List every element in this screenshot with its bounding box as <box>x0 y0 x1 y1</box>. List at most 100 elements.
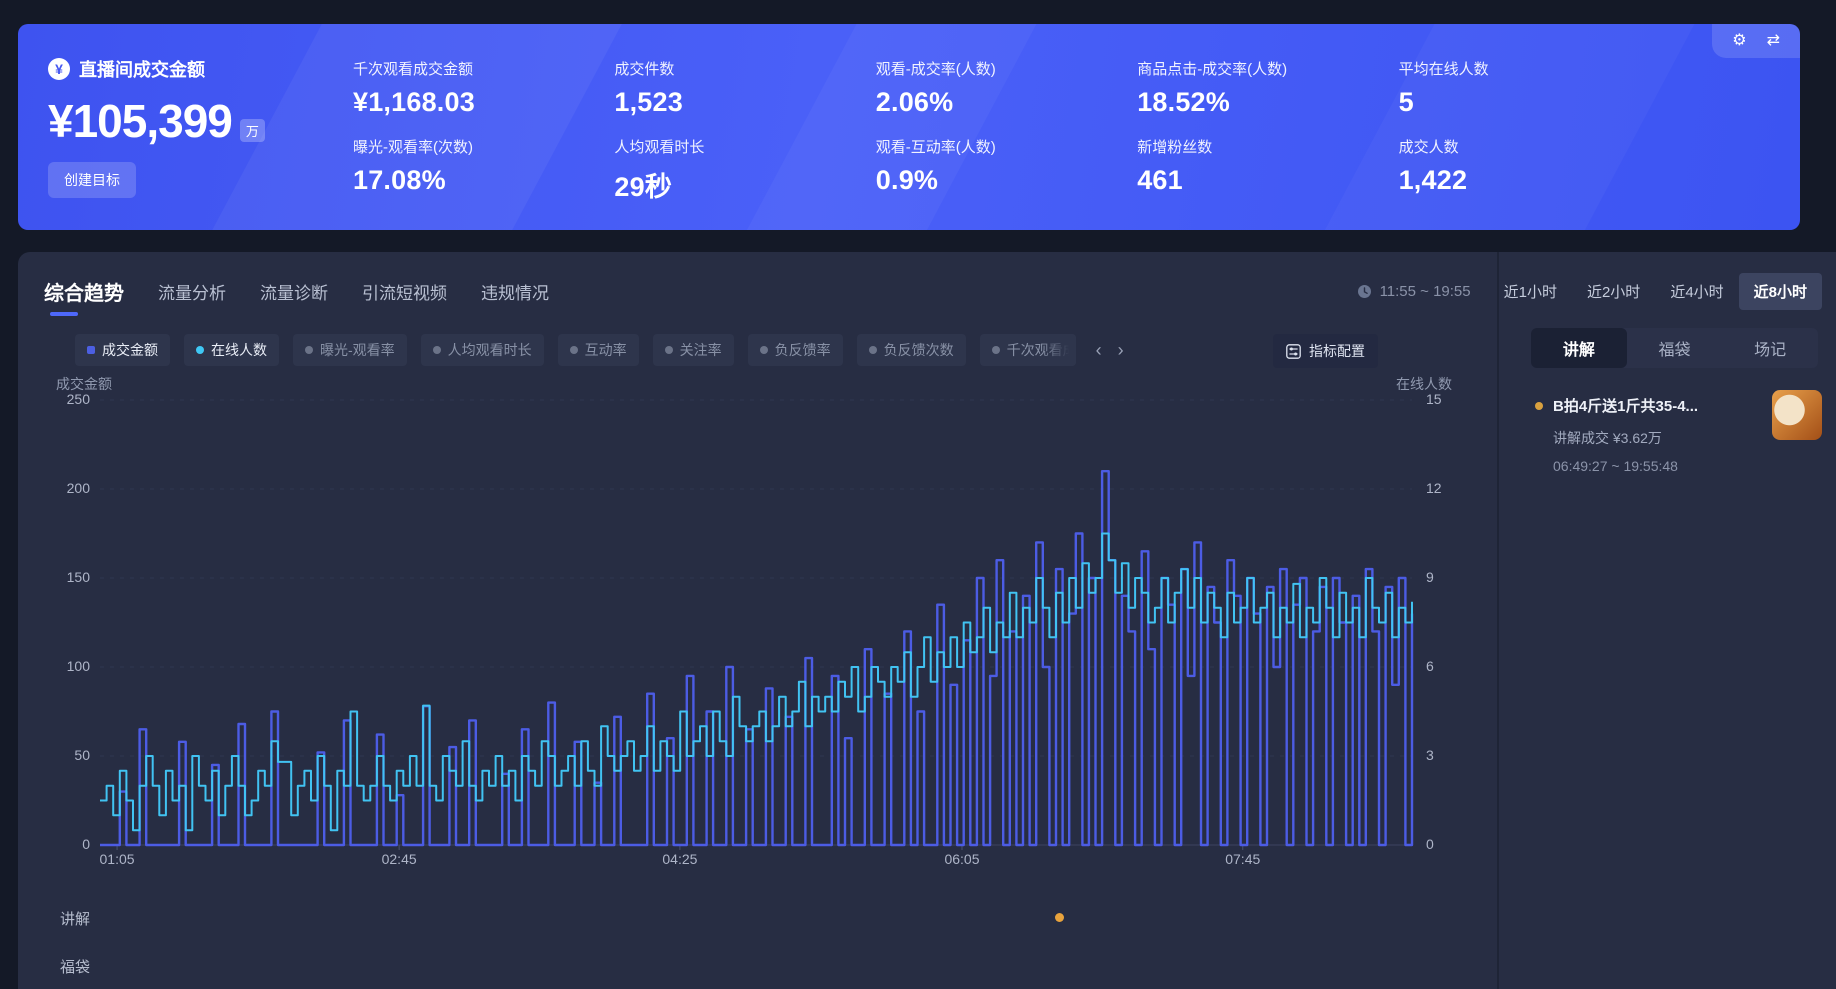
primary-metric-value: ¥105,399 <box>48 98 232 144</box>
config-button-label: 指标配置 <box>1309 341 1365 361</box>
banner-metric: 平均在线人数 5 <box>1399 58 1650 122</box>
banner-metric: 人均观看时长 29秒 <box>614 136 865 204</box>
legend-chip[interactable]: 负反馈率 <box>748 334 843 366</box>
time-range-button[interactable]: 近2小时 <box>1572 273 1655 310</box>
y-left-tick: 100 <box>38 658 90 674</box>
section-tabs: 综合趋势 流量分析 流量诊断 引流短视频 违规情况 11:55 ~ 19:55 近1小时… <box>44 268 1822 314</box>
legend-marker <box>570 346 578 354</box>
tab-2[interactable]: 流量分析 <box>158 279 226 304</box>
legend-marker <box>869 346 877 354</box>
tab-3[interactable]: 流量诊断 <box>260 279 328 304</box>
time-range-button[interactable]: 近1小时 <box>1489 273 1572 310</box>
legend-marker <box>87 346 95 354</box>
item-bullet <box>1535 402 1543 410</box>
timeline-row-label: 福袋 <box>60 956 90 977</box>
side-tab-3[interactable]: 场记 <box>1722 328 1818 368</box>
metric-label: 人均观看时长 <box>614 136 865 157</box>
x-axis-tick: 06:05 <box>944 851 979 867</box>
primary-metric-label: 直播间成交金额 <box>79 56 205 82</box>
legend-chip[interactable]: 在线人数 <box>184 334 279 366</box>
legend-chip-label: 负反馈率 <box>775 340 831 360</box>
analytics-panel: 综合趋势 流量分析 流量诊断 引流短视频 违规情况 11:55 ~ 19:55 近1小时… <box>18 252 1836 989</box>
product-thumbnail <box>1772 390 1822 440</box>
y-left-tick: 250 <box>38 391 90 407</box>
banner-metric: 成交人数 1,422 <box>1399 136 1650 204</box>
time-range-button[interactable]: 近8小时 <box>1739 273 1822 310</box>
yen-circle-icon: ¥ <box>48 58 70 80</box>
y-right-axis-title: 在线人数 <box>1396 374 1452 394</box>
explain-list-item[interactable]: B拍4斤送1斤共35-4... 讲解成交 ¥3.62万 06:49:27 ~ 1… <box>1499 386 1836 496</box>
metric-config-button[interactable]: 指标配置 <box>1273 334 1378 368</box>
y-right-tick: 6 <box>1426 658 1434 674</box>
banner-corner-toolbar: ⚙⇄ <box>1712 24 1800 58</box>
metric-label: 曝光-观看率(次数) <box>353 136 604 157</box>
legend-marker <box>305 346 313 354</box>
tab-4[interactable]: 引流短视频 <box>362 279 447 304</box>
x-axis-tick: 01:05 <box>100 851 135 867</box>
legend-chip-label: 关注率 <box>680 340 722 360</box>
metric-value: 1,523 <box>614 87 865 118</box>
item-gmv: 讲解成交 ¥3.62万 <box>1553 428 1662 448</box>
timeline-row-label: 讲解 <box>60 908 90 929</box>
legend-chip-label: 曝光-观看率 <box>320 340 395 360</box>
x-axis-tick: 02:45 <box>382 851 417 867</box>
metric-label: 观看-互动率(人数) <box>876 136 1127 157</box>
banner-metric: 曝光-观看率(次数) 17.08% <box>353 136 604 204</box>
tab-5[interactable]: 违规情况 <box>481 279 549 304</box>
metric-label: 观看-成交率(人数) <box>876 58 1127 79</box>
legend-chip-label: 在线人数 <box>211 340 267 360</box>
time-range-display: 11:55 ~ 19:55 <box>1357 283 1471 300</box>
x-axis-tick: 04:25 <box>662 851 697 867</box>
legend-chip[interactable]: 关注率 <box>653 334 734 366</box>
metric-value: 2.06% <box>876 87 1127 118</box>
legend-chip-label: 成交金额 <box>102 340 158 360</box>
metric-label: 商品点击-成交率(人数) <box>1137 58 1388 79</box>
item-title: B拍4斤送1斤共35-4... <box>1553 395 1762 416</box>
banner-metric: 新增粉丝数 461 <box>1137 136 1388 204</box>
legend-chip[interactable]: 曝光-观看率 <box>293 334 407 366</box>
primary-metric-block: ¥ 直播间成交金额 ¥105,399 万 创建目标 <box>48 56 348 198</box>
tab-1[interactable]: 综合趋势 <box>44 277 124 306</box>
trend-chart[interactable] <box>100 400 1412 845</box>
metric-label: 千次观看成交金额 <box>353 58 604 79</box>
legend-chip[interactable]: 成交金额 <box>75 334 170 366</box>
legend-chip[interactable]: 负反馈次数 <box>857 334 966 366</box>
y-right-tick: 12 <box>1426 480 1442 496</box>
timeline-marker[interactable] <box>1055 913 1064 922</box>
x-axis-tick: 07:45 <box>1225 851 1260 867</box>
metric-value: 5 <box>1399 87 1650 118</box>
metric-label: 成交人数 <box>1399 136 1650 157</box>
metric-value: 461 <box>1137 165 1388 196</box>
side-panel-tabs: 讲解福袋场记 <box>1531 328 1818 368</box>
chevron-left-icon[interactable]: ‹ <box>1096 340 1102 361</box>
y-right-tick: 15 <box>1426 391 1442 407</box>
banner-metric: 观看-互动率(人数) 0.9% <box>876 136 1127 204</box>
metric-legend-chips: 成交金额 在线人数 曝光-观看率 人均观看时长互动率 关注率 负反馈率 负反馈次数 千次观看成… <box>75 336 1124 364</box>
legend-chip-label: 千次观看成交金额 <box>1007 340 1076 360</box>
metric-label: 平均在线人数 <box>1399 58 1650 79</box>
chip-pagination: ‹ › <box>1096 340 1124 361</box>
legend-marker <box>196 346 204 354</box>
metric-value: 0.9% <box>876 165 1127 196</box>
banner-metric: 千次观看成交金额 ¥1,168.03 <box>353 58 604 122</box>
banner-metric: 成交件数 1,523 <box>614 58 865 122</box>
y-right-tick: 9 <box>1426 569 1434 585</box>
metric-value: 18.52% <box>1137 87 1388 118</box>
metric-label: 成交件数 <box>614 58 865 79</box>
banner-metric: 观看-成交率(人数) 2.06% <box>876 58 1127 122</box>
metric-label: 新增粉丝数 <box>1137 136 1388 157</box>
gear-icon[interactable]: ⚙ <box>1732 33 1746 49</box>
side-tab-2[interactable]: 福袋 <box>1627 328 1723 368</box>
legend-chip[interactable]: 人均观看时长 <box>421 334 544 366</box>
time-range-buttons: 近1小时近2小时近4小时近8小时 <box>1489 273 1822 310</box>
y-left-tick: 200 <box>38 480 90 496</box>
create-goal-button[interactable]: 创建目标 <box>48 162 136 198</box>
swap-icon[interactable]: ⇄ <box>1767 33 1780 49</box>
metric-value: 17.08% <box>353 165 604 196</box>
legend-chip[interactable]: 千次观看成交金额 <box>980 334 1076 366</box>
chevron-right-icon[interactable]: › <box>1118 340 1124 361</box>
summary-banner: ¥ 直播间成交金额 ¥105,399 万 创建目标 千次观看成交金额 ¥1,16… <box>18 24 1800 230</box>
legend-chip[interactable]: 互动率 <box>558 334 639 366</box>
time-range-button[interactable]: 近4小时 <box>1655 273 1738 310</box>
side-tab-1[interactable]: 讲解 <box>1531 328 1627 368</box>
